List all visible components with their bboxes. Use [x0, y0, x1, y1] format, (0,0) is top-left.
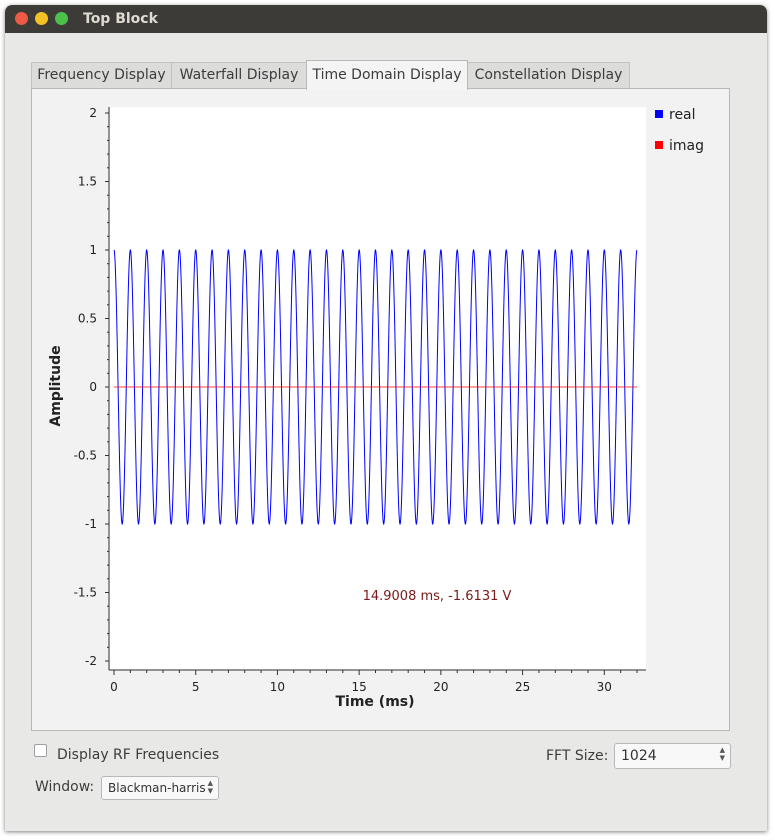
y-tick-label: -1	[85, 517, 97, 531]
fft-size-spinbox[interactable]: 1024 ▲ ▼	[614, 743, 731, 769]
window-title: Top Block	[83, 11, 158, 27]
y-tick-label: 0	[89, 380, 97, 394]
tab-frequency-display[interactable]: Frequency Display	[31, 62, 172, 88]
tab-waterfall-display[interactable]: Waterfall Display	[171, 62, 307, 88]
x-tick-label: 25	[515, 680, 530, 694]
y-tick-label: 1.5	[78, 175, 97, 189]
window-type-select[interactable]: Blackman-harris ▲ ▼	[101, 776, 219, 800]
fft-size-label: FFT Size:	[546, 748, 609, 764]
y-tick-label: 1	[89, 243, 97, 257]
window-type-value: Blackman-harris	[108, 781, 206, 795]
legend-label-real: real	[669, 107, 696, 123]
tab-constellation-display[interactable]: Constellation Display	[467, 62, 630, 88]
legend-swatch-imag	[655, 141, 663, 149]
legend-label-imag: imag	[669, 138, 704, 154]
tab-time-domain-display[interactable]: Time Domain Display	[306, 60, 468, 90]
maximize-window-button[interactable]	[55, 12, 68, 25]
legend-swatch-real	[655, 110, 663, 118]
y-tick-label: -0.5	[74, 449, 97, 463]
y-tick-label: -1.5	[74, 586, 97, 600]
x-tick-label: 0	[110, 680, 118, 694]
cursor-readout: 14.9008 ms, -1.6131 V	[363, 589, 512, 604]
x-tick-label: 10	[270, 680, 285, 694]
y-tick-label: 0.5	[78, 312, 97, 326]
title-bar[interactable]: Top Block	[5, 5, 767, 33]
fft-size-spin-arrows-icon[interactable]: ▲ ▼	[720, 746, 725, 762]
display-rf-label: Display RF Frequencies	[57, 747, 220, 763]
plot-canvas	[110, 107, 646, 669]
window-label: Window:	[35, 779, 95, 795]
display-rf-checkbox[interactable]	[34, 744, 47, 757]
x-axis-label: Time (ms)	[335, 694, 414, 710]
minimize-window-button[interactable]	[35, 12, 48, 25]
time-domain-panel: 2 1.5 1 0.5 0 -0.5 -1 -1.5 -2 0 5 10 15 20 25 30 real im…	[31, 88, 730, 731]
close-window-button[interactable]	[15, 12, 28, 25]
x-tick-label: 30	[597, 680, 612, 694]
plot-legend: real imag	[655, 107, 704, 154]
x-tick-label: 5	[192, 680, 200, 694]
time-domain-plot[interactable]: 2 1.5 1 0.5 0 -0.5 -1 -1.5 -2 0 5 10 15 20 25 30 real im…	[32, 89, 729, 730]
x-tick-label: 15	[352, 680, 367, 694]
x-tick-label: 20	[433, 680, 448, 694]
y-axis-label: Amplitude	[48, 345, 64, 426]
fft-size-value: 1024	[621, 748, 657, 764]
y-tick-label: 2	[89, 106, 97, 120]
window-type-arrows-icon[interactable]: ▲ ▼	[208, 779, 213, 795]
y-tick-label: -2	[85, 654, 97, 668]
